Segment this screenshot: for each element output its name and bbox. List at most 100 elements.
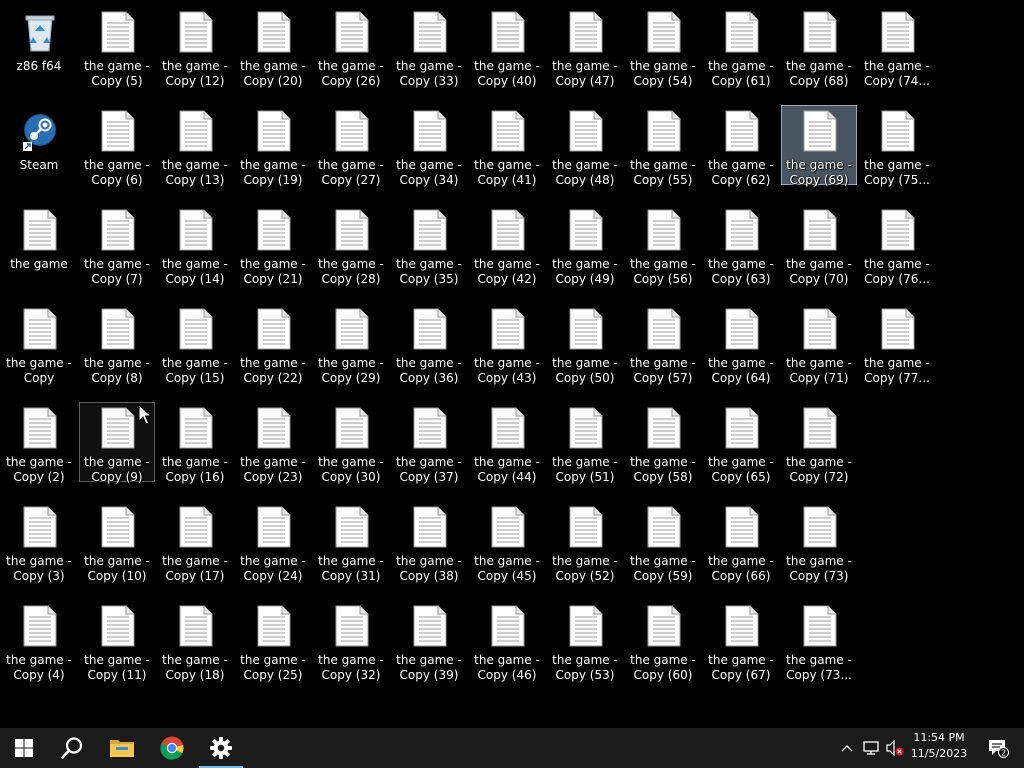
desktop-file-the-game-copy-33[interactable]: the game - Copy (33) <box>391 6 467 88</box>
desktop-file-the-game-copy-29[interactable]: the game - Copy (29) <box>313 303 389 385</box>
desktop-file-the-game-copy-45[interactable]: the game - Copy (45) <box>469 501 545 583</box>
desktop-file-the-game-copy-62[interactable]: the game - Copy (62) <box>703 105 779 187</box>
desktop-file-the-game-copy-51[interactable]: the game - Copy (51) <box>547 402 623 484</box>
desktop-file-the-game-copy-61[interactable]: the game - Copy (61) <box>703 6 779 88</box>
desktop-file-the-game-copy-13[interactable]: the game - Copy (13) <box>157 105 233 187</box>
search-button[interactable] <box>48 728 96 768</box>
desktop-file-the-game-copy-53[interactable]: the game - Copy (53) <box>547 600 623 682</box>
desktop-file-the-game-copy-60[interactable]: the game - Copy (60) <box>625 600 701 682</box>
desktop-icon-label: the game - Copy (38) <box>396 554 462 583</box>
desktop-file-the-game-copy-14[interactable]: the game - Copy (14) <box>157 204 233 286</box>
desktop-icon-label: the game - Copy (27) <box>318 158 384 187</box>
network-button[interactable] <box>860 728 882 768</box>
desktop-file-the-game-copy-36[interactable]: the game - Copy (36) <box>391 303 467 385</box>
desktop-icon-label: the game - Copy (53) <box>552 653 618 682</box>
desktop-file-the-game-copy-47[interactable]: the game - Copy (47) <box>547 6 623 88</box>
desktop-file-the-game-copy-12[interactable]: the game - Copy (12) <box>157 6 233 88</box>
notifications-button[interactable]: 2 <box>978 728 1018 768</box>
text-file-icon <box>803 407 837 449</box>
desktop-file-the-game-copy-73[interactable]: the game - Copy (73... <box>781 600 857 682</box>
desktop-file-the-game-copy-11[interactable]: the game - Copy (11) <box>79 600 155 682</box>
desktop-file-the-game-copy-57[interactable]: the game - Copy (57) <box>625 303 701 385</box>
desktop-file-the-game-copy-68[interactable]: the game - Copy (68) <box>781 6 857 88</box>
desktop-file-the-game-copy-63[interactable]: the game - Copy (63) <box>703 204 779 286</box>
desktop-file-the-game-copy-44[interactable]: the game - Copy (44) <box>469 402 545 484</box>
desktop-file-the-game-copy-74[interactable]: the game - Copy (74... <box>859 6 935 88</box>
desktop-file-the-game-copy-49[interactable]: the game - Copy (49) <box>547 204 623 286</box>
desktop-file-the-game-copy-18[interactable]: the game - Copy (18) <box>157 600 233 682</box>
desktop-file-the-game-copy-2[interactable]: the game - Copy (2) <box>1 402 77 484</box>
desktop-file-the-game-copy-28[interactable]: the game - Copy (28) <box>313 204 389 286</box>
desktop-file-the-game-copy-46[interactable]: the game - Copy (46) <box>469 600 545 682</box>
desktop-file-the-game-copy-7[interactable]: the game - Copy (7) <box>79 204 155 286</box>
desktop-file-the-game-copy-19[interactable]: the game - Copy (19) <box>235 105 311 187</box>
desktop-file-the-game[interactable]: the game <box>1 204 77 284</box>
text-file-icon <box>335 11 369 53</box>
desktop-file-the-game-copy-69[interactable]: the game - Copy (69) <box>781 105 857 187</box>
desktop-file-the-game-copy-75[interactable]: the game - Copy (75... <box>859 105 935 187</box>
desktop-file-the-game-copy-17[interactable]: the game - Copy (17) <box>157 501 233 583</box>
desktop-file-the-game-copy-52[interactable]: the game - Copy (52) <box>547 501 623 583</box>
desktop-steam[interactable]: Steam <box>1 105 77 185</box>
desktop-file-the-game-copy-43[interactable]: the game - Copy (43) <box>469 303 545 385</box>
desktop-file-the-game-copy-64[interactable]: the game - Copy (64) <box>703 303 779 385</box>
desktop-file-the-game-copy-26[interactable]: the game - Copy (26) <box>313 6 389 88</box>
desktop-file-the-game-copy-37[interactable]: the game - Copy (37) <box>391 402 467 484</box>
desktop-file-the-game-copy-27[interactable]: the game - Copy (27) <box>313 105 389 187</box>
desktop-file-the-game-copy-10[interactable]: the game - Copy (10) <box>79 501 155 583</box>
show-hidden-icons-button[interactable] <box>836 728 858 768</box>
desktop-file-the-game-copy-39[interactable]: the game - Copy (39) <box>391 600 467 682</box>
desktop-file-the-game-copy-6[interactable]: the game - Copy (6) <box>79 105 155 187</box>
desktop-file-the-game-copy-54[interactable]: the game - Copy (54) <box>625 6 701 88</box>
start-button[interactable] <box>0 728 48 768</box>
desktop-file-the-game-copy-21[interactable]: the game - Copy (21) <box>235 204 311 286</box>
desktop-file-the-game-copy-41[interactable]: the game - Copy (41) <box>469 105 545 187</box>
desktop-file-the-game-copy-76[interactable]: the game - Copy (76... <box>859 204 935 286</box>
desktop-file-the-game-copy-77[interactable]: the game - Copy (77... <box>859 303 935 385</box>
text-file-icon <box>491 308 525 350</box>
desktop-file-the-game-copy-34[interactable]: the game - Copy (34) <box>391 105 467 187</box>
desktop-file-the-game-copy-67[interactable]: the game - Copy (67) <box>703 600 779 682</box>
desktop-file-the-game-copy-38[interactable]: the game - Copy (38) <box>391 501 467 583</box>
desktop-file-the-game-copy-50[interactable]: the game - Copy (50) <box>547 303 623 385</box>
file-explorer-button[interactable] <box>98 728 146 768</box>
desktop-file-the-game-copy-59[interactable]: the game - Copy (59) <box>625 501 701 583</box>
desktop-file-the-game-copy-70[interactable]: the game - Copy (70) <box>781 204 857 286</box>
clock[interactable]: 11:54 PM 11/5/2023 <box>904 730 974 766</box>
desktop-file-the-game-copy-8[interactable]: the game - Copy (8) <box>79 303 155 385</box>
desktop-file-the-game-copy-22[interactable]: the game - Copy (22) <box>235 303 311 385</box>
desktop-file-the-game-copy-66[interactable]: the game - Copy (66) <box>703 501 779 583</box>
desktop-file-the-game-copy-20[interactable]: the game - Copy (20) <box>235 6 311 88</box>
desktop-file-the-game-copy-31[interactable]: the game - Copy (31) <box>313 501 389 583</box>
volume-button[interactable] <box>884 728 906 768</box>
desktop-file-the-game-copy-40[interactable]: the game - Copy (40) <box>469 6 545 88</box>
desktop-file-the-game-copy-48[interactable]: the game - Copy (48) <box>547 105 623 187</box>
desktop-file-the-game-copy-15[interactable]: the game - Copy (15) <box>157 303 233 385</box>
desktop-file-the-game-copy-58[interactable]: the game - Copy (58) <box>625 402 701 484</box>
desktop-file-the-game-copy-23[interactable]: the game - Copy (23) <box>235 402 311 484</box>
text-file-icon <box>413 209 447 251</box>
desktop-file-the-game-copy-32[interactable]: the game - Copy (32) <box>313 600 389 682</box>
desktop-icon-label: the game - Copy (51) <box>552 455 618 484</box>
desktop-file-the-game-copy-73[interactable]: the game - Copy (73) <box>781 501 857 583</box>
desktop-file-the-game-copy-65[interactable]: the game - Copy (65) <box>703 402 779 484</box>
desktop-file-the-game-copy-42[interactable]: the game - Copy (42) <box>469 204 545 286</box>
desktop-file-the-game-copy-16[interactable]: the game - Copy (16) <box>157 402 233 484</box>
chrome-button[interactable] <box>148 728 196 768</box>
settings-button[interactable] <box>197 728 245 768</box>
desktop-recycle-bin[interactable]: z86 f64 <box>1 6 77 86</box>
desktop-file-the-game-copy-25[interactable]: the game - Copy (25) <box>235 600 311 682</box>
desktop-file-the-game-copy-24[interactable]: the game - Copy (24) <box>235 501 311 583</box>
desktop-file-the-game-copy-35[interactable]: the game - Copy (35) <box>391 204 467 286</box>
desktop-file-the-game-copy-71[interactable]: the game - Copy (71) <box>781 303 857 385</box>
desktop-icon-label: the game - Copy (49) <box>552 257 618 286</box>
desktop-file-the-game-copy-72[interactable]: the game - Copy (72) <box>781 402 857 484</box>
desktop-file-the-game-copy-56[interactable]: the game - Copy (56) <box>625 204 701 286</box>
desktop-file-the-game-copy-3[interactable]: the game - Copy (3) <box>1 501 77 583</box>
desktop-file-the-game-copy-5[interactable]: the game - Copy (5) <box>79 6 155 88</box>
desktop-file-the-game-copy-4[interactable]: the game - Copy (4) <box>1 600 77 682</box>
desktop-file-the-game-copy[interactable]: the game - Copy <box>1 303 77 385</box>
desktop-file-the-game-copy-55[interactable]: the game - Copy (55) <box>625 105 701 187</box>
desktop[interactable]: z86 f64 Steam the game the game - Copy the g… <box>0 0 1024 728</box>
desktop-file-the-game-copy-30[interactable]: the game - Copy (30) <box>313 402 389 484</box>
